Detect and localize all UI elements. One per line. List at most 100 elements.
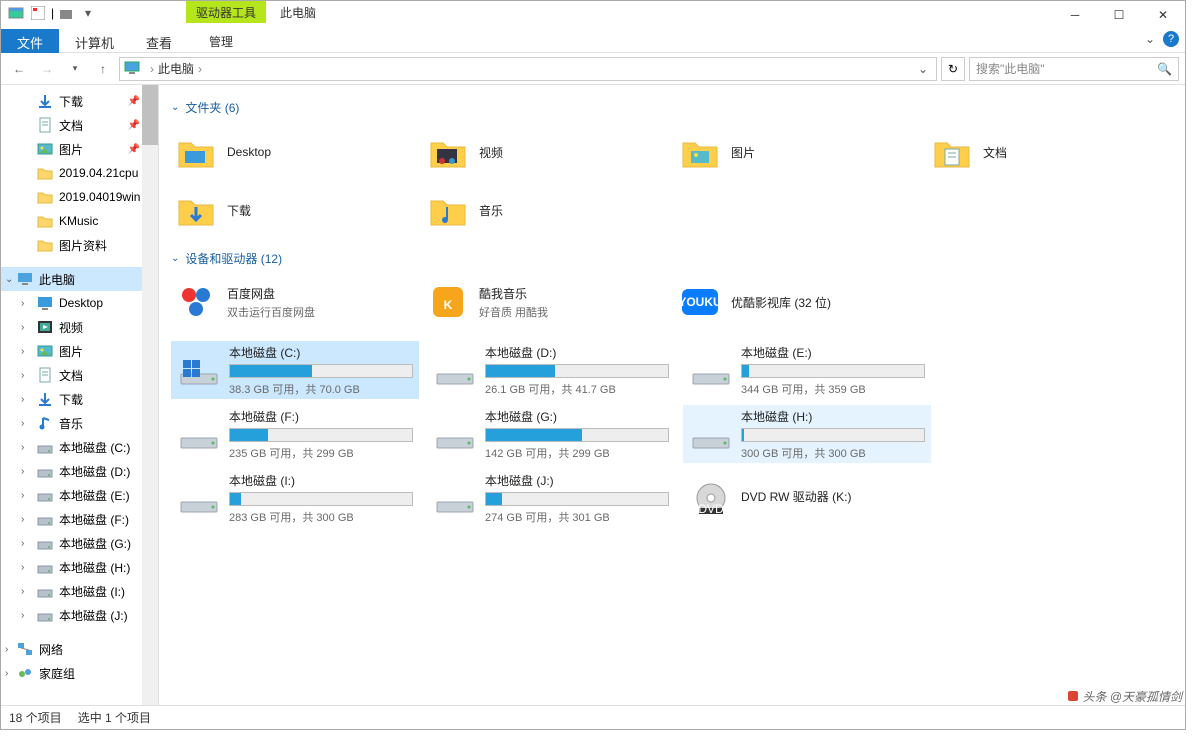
sidebar-pc-item[interactable]: ›视频	[1, 315, 158, 339]
drive-tools-tab[interactable]: 驱动器工具	[186, 1, 266, 23]
sidebar-pc-item[interactable]: › 下载	[1, 387, 158, 411]
up-button[interactable]: ↑	[91, 57, 115, 81]
view-tab[interactable]: 查看	[130, 29, 188, 53]
folder-item[interactable]: Desktop	[171, 126, 415, 178]
dvd-drive-item[interactable]: DVDDVD RW 驱动器 (K:)	[683, 469, 931, 527]
chevron-right-icon[interactable]: ›	[21, 346, 33, 357]
chevron-right-icon[interactable]: ›	[21, 586, 33, 597]
sidebar-quick-item[interactable]: 图片📌	[1, 137, 158, 161]
search-input[interactable]: 搜索"此电脑" 🔍	[969, 57, 1179, 81]
sidebar-pc-item[interactable]: ›图片	[1, 339, 158, 363]
breadcrumb-location[interactable]: 此电脑	[158, 60, 194, 77]
folder-item[interactable]: 下载	[171, 184, 415, 236]
sidebar-item-label: 文档	[59, 117, 83, 134]
drive-item[interactable]: 本地磁盘 (J:) 274 GB 可用，共 301 GB	[427, 469, 675, 527]
address-input[interactable]: › 此电脑 › ⌄	[119, 57, 937, 81]
chevron-down-icon: ⌄	[171, 253, 179, 264]
sidebar-item-label: 下载	[59, 391, 83, 408]
maximize-button[interactable]: ☐	[1097, 1, 1141, 29]
sidebar-pc-item[interactable]: ›本地磁盘 (G:)	[1, 531, 158, 555]
folder-item[interactable]: 文档	[927, 126, 1171, 178]
sidebar-quick-item[interactable]: 文档📌	[1, 113, 158, 137]
sidebar-pc-item[interactable]: › Desktop	[1, 291, 158, 315]
app-sublabel: 好音质 用酷我	[479, 304, 548, 320]
app-item[interactable]: K酷我音乐好音质 用酷我	[423, 277, 667, 327]
app-item[interactable]: YOUKU优酷影视库 (32 位)	[675, 277, 919, 327]
close-button[interactable]: ✕	[1141, 1, 1185, 29]
qat-new-folder-icon[interactable]	[57, 4, 75, 22]
chevron-right-icon[interactable]: ›	[21, 442, 33, 453]
manage-tab[interactable]: 管理	[197, 29, 245, 54]
sidebar-quick-item[interactable]: 2019.04.21cpu	[1, 161, 158, 185]
sidebar-pc-item[interactable]: ›本地磁盘 (H:)	[1, 555, 158, 579]
sidebar-this-pc[interactable]: ⌄ 此电脑	[1, 267, 158, 291]
folder-item[interactable]: 音乐	[423, 184, 667, 236]
sidebar-item-label: 下载	[59, 93, 83, 110]
download-icon	[37, 93, 53, 109]
chevron-right-icon[interactable]: ›	[21, 466, 33, 477]
chevron-right-icon[interactable]: ›	[21, 418, 33, 429]
ribbon-collapse-icon[interactable]: ⌄	[1145, 32, 1155, 46]
chevron-right-icon[interactable]: ›	[21, 562, 33, 573]
chevron-right-icon[interactable]: ›	[21, 322, 33, 333]
sidebar-pc-item[interactable]: ›音乐	[1, 411, 158, 435]
folder-item[interactable]: 图片	[675, 126, 919, 178]
chevron-right-icon[interactable]: ›	[21, 490, 33, 501]
chevron-right-icon[interactable]: ›	[5, 668, 17, 679]
qat-dropdown-icon[interactable]: ▾	[79, 4, 97, 22]
sidebar-quick-item[interactable]: 下载 📌	[1, 89, 158, 113]
minimize-button[interactable]: ─	[1053, 1, 1097, 29]
folder-item[interactable]: 视频	[423, 126, 667, 178]
sidebar-item-label: Desktop	[59, 296, 103, 310]
drive-stats: 26.1 GB 可用，共 41.7 GB	[485, 381, 669, 397]
sidebar-item-label: 本地磁盘 (I:)	[59, 583, 125, 600]
sidebar-homegroup[interactable]: › 家庭组	[1, 661, 158, 685]
qat-properties-icon[interactable]	[29, 4, 47, 22]
sidebar-scrollbar[interactable]	[142, 85, 158, 705]
drive-item[interactable]: 本地磁盘 (E:) 344 GB 可用，共 359 GB	[683, 341, 931, 399]
chevron-right-icon[interactable]: ›	[21, 610, 33, 621]
computer-tab[interactable]: 计算机	[59, 29, 130, 53]
chevron-right-icon[interactable]: ›	[21, 370, 33, 381]
sidebar-network[interactable]: › 网络	[1, 637, 158, 661]
chevron-right-icon[interactable]: ›	[5, 644, 17, 655]
sidebar-quick-item[interactable]: 图片资料	[1, 233, 158, 257]
folders-group-header[interactable]: ⌄ 文件夹 (6)	[171, 99, 1173, 116]
drive-item[interactable]: 本地磁盘 (C:) 38.3 GB 可用，共 70.0 GB	[171, 341, 419, 399]
recent-dropdown[interactable]: ▾	[63, 57, 87, 81]
sidebar-pc-item[interactable]: ›本地磁盘 (C:)	[1, 435, 158, 459]
sidebar-quick-item[interactable]: KMusic	[1, 209, 158, 233]
app-icon	[175, 281, 217, 323]
chevron-down-icon: ⌄	[171, 102, 179, 113]
address-dropdown-icon[interactable]: ⌄	[914, 62, 932, 76]
sidebar-pc-item[interactable]: ›本地磁盘 (J:)	[1, 603, 158, 627]
help-icon[interactable]: ?	[1163, 31, 1179, 47]
sidebar-pc-item[interactable]: › 本地磁盘 (I:)	[1, 579, 158, 603]
sidebar-pc-item[interactable]: ›文档	[1, 363, 158, 387]
drive-usage-bar	[229, 364, 413, 378]
drive-label: 本地磁盘 (H:)	[741, 408, 925, 425]
chevron-down-icon[interactable]: ⌄	[5, 274, 17, 285]
drive-item[interactable]: 本地磁盘 (G:) 142 GB 可用，共 299 GB	[427, 405, 675, 463]
file-tab[interactable]: 文件	[1, 29, 59, 53]
refresh-button[interactable]: ↻	[941, 57, 965, 81]
chevron-right-icon[interactable]: ›	[21, 298, 33, 309]
chevron-right-icon[interactable]: ›	[21, 394, 33, 405]
back-button[interactable]: ←	[7, 57, 31, 81]
sidebar-pc-item[interactable]: ›本地磁盘 (D:)	[1, 459, 158, 483]
desktop-folder-icon	[175, 131, 217, 173]
sidebar-pc-item[interactable]: ›本地磁盘 (E:)	[1, 483, 158, 507]
drive-item[interactable]: 本地磁盘 (I:) 283 GB 可用，共 300 GB	[171, 469, 419, 527]
chevron-right-icon[interactable]: ›	[21, 538, 33, 549]
pin-icon: 📌	[128, 96, 140, 107]
drive-item[interactable]: 本地磁盘 (D:) 26.1 GB 可用，共 41.7 GB	[427, 341, 675, 399]
devices-group-header[interactable]: ⌄ 设备和驱动器 (12)	[171, 250, 1173, 267]
sidebar-item-label: 2019.04019win	[59, 190, 140, 204]
forward-button[interactable]: →	[35, 57, 59, 81]
app-item[interactable]: 百度网盘双击运行百度网盘	[171, 277, 415, 327]
sidebar-pc-item[interactable]: ›本地磁盘 (F:)	[1, 507, 158, 531]
drive-item[interactable]: 本地磁盘 (F:) 235 GB 可用，共 299 GB	[171, 405, 419, 463]
chevron-right-icon[interactable]: ›	[21, 514, 33, 525]
sidebar-quick-item[interactable]: 2019.04019win	[1, 185, 158, 209]
drive-item[interactable]: 本地磁盘 (H:) 300 GB 可用，共 300 GB	[683, 405, 931, 463]
